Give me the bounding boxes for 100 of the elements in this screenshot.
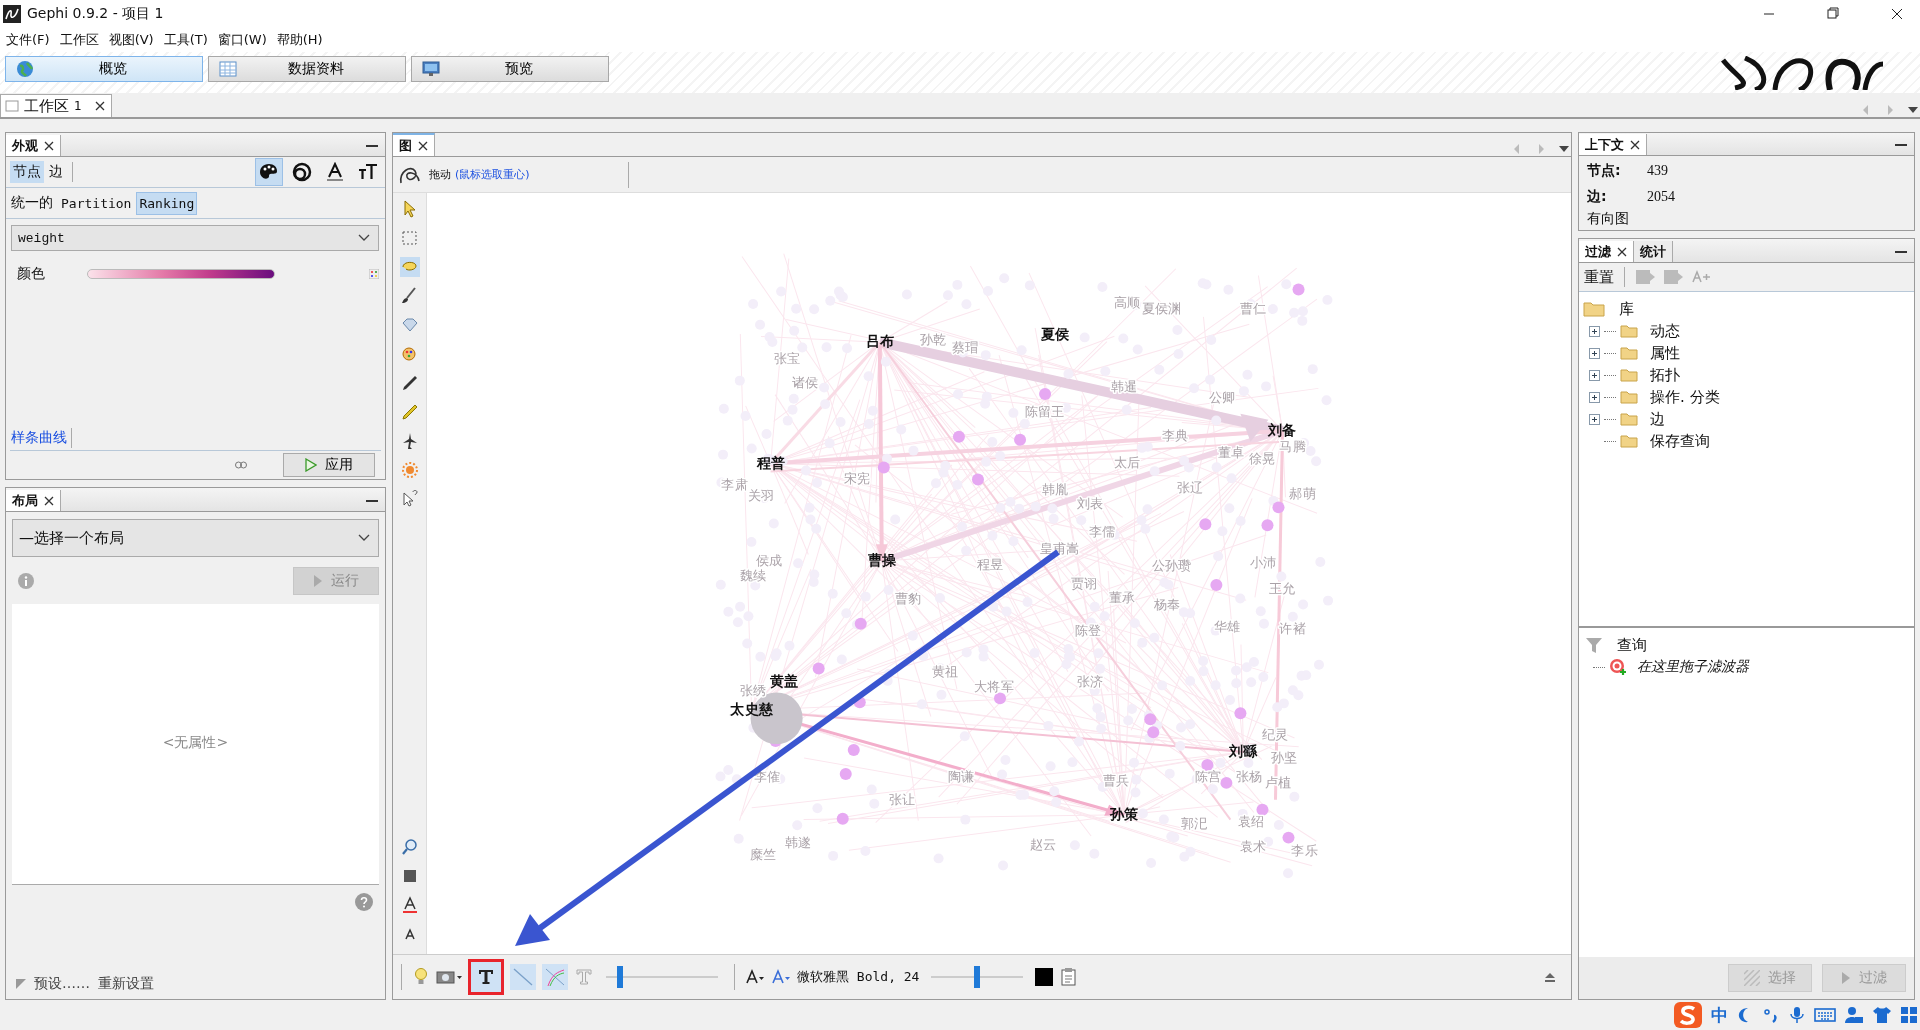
edge-color-icon[interactable] <box>542 964 568 990</box>
presets-link[interactable]: 预设…… <box>34 975 90 993</box>
slider-thumb[interactable] <box>974 966 981 988</box>
spline-link[interactable]: 样条曲线 <box>11 429 67 447</box>
help-icon[interactable] <box>355 893 373 911</box>
apply-button[interactable]: 应用 <box>283 453 375 477</box>
expand-icon[interactable] <box>1589 347 1600 359</box>
node-label: 许褚 <box>1279 621 1306 637</box>
menu-item[interactable]: 帮助(H) <box>272 31 329 49</box>
attribute-dropdown[interactable]: weight <box>11 225 379 251</box>
eject-icon[interactable] <box>1543 971 1557 983</box>
tree-item[interactable]: 保存查询 <box>1650 431 1710 451</box>
panel-tab[interactable]: 外观 <box>6 135 61 156</box>
color-swatch[interactable] <box>1035 968 1054 986</box>
node-label: 孙乾 <box>919 331 946 347</box>
node-label: 刘表 <box>1077 495 1104 511</box>
node-label: 刘备 <box>1268 421 1297 438</box>
node-label: 诸侯 <box>791 375 818 391</box>
panel-tab[interactable]: 上下文 <box>1579 134 1647 155</box>
shirt-icon[interactable] <box>1872 1006 1892 1024</box>
menu-item[interactable]: 工具(T) <box>159 31 214 49</box>
tree-item[interactable]: 属性 <box>1650 343 1680 363</box>
color-gradient-bar[interactable] <box>87 269 275 279</box>
perspective-tab[interactable]: 概览 <box>5 56 203 82</box>
workspace-tab[interactable]: 工作区 1 <box>0 94 112 117</box>
node-label: 袁绍 <box>1238 814 1265 830</box>
keyboard-icon[interactable] <box>1814 1006 1836 1024</box>
stat-label: 边: <box>1587 188 1608 206</box>
close-icon[interactable] <box>1630 139 1640 150</box>
layout-dropdown[interactable]: —选择一个布局 <box>12 519 379 557</box>
node-label: 杨奉 <box>1154 597 1181 613</box>
node-label: 孙坚 <box>1271 749 1298 765</box>
slider-thumb[interactable] <box>616 966 623 988</box>
reset-button[interactable]: 重置 <box>1584 267 1614 287</box>
expand-icon[interactable] <box>1589 325 1600 337</box>
panel-tab[interactable]: 过滤 <box>1579 241 1634 262</box>
microphone-icon[interactable] <box>1788 1006 1806 1024</box>
close-icon[interactable] <box>44 495 54 506</box>
tree-item[interactable]: 库 <box>1619 299 1634 319</box>
close-icon[interactable] <box>1617 246 1627 257</box>
grid-icon[interactable] <box>1900 1006 1918 1024</box>
mode-tab[interactable]: Ranking <box>137 192 197 214</box>
user-icon[interactable] <box>1844 1006 1864 1024</box>
tree-item[interactable]: 动态 <box>1650 321 1680 341</box>
font-size-down-icon[interactable] <box>745 968 765 986</box>
ime-logo-icon[interactable] <box>1673 1001 1703 1029</box>
panel-tab[interactable]: 图 <box>393 133 435 156</box>
zoom-icon[interactable] <box>399 837 420 857</box>
tree-item[interactable]: 拓扑 <box>1650 365 1680 385</box>
panel-tab[interactable]: 统计 <box>1634 241 1673 262</box>
element-tab[interactable]: 节点 <box>10 161 44 183</box>
node-label: 黄祖 <box>931 664 958 679</box>
node-label: 韩胤 <box>1042 481 1069 497</box>
window-title: Gephi 0.9.2 - 项目 1 <box>27 5 164 23</box>
perspective-tab[interactable]: 预览 <box>411 56 609 82</box>
tree-item[interactable]: 查询 <box>1617 635 1647 655</box>
close-icon[interactable] <box>44 140 54 151</box>
node-label: 李典 <box>1162 428 1189 444</box>
menu-item[interactable]: 视图(V) <box>104 31 160 49</box>
app-logo-icon <box>3 5 21 23</box>
chain-link-icon[interactable] <box>235 461 247 469</box>
node-label: 宋宪 <box>843 471 870 486</box>
text-label-button[interactable] <box>468 959 504 995</box>
reset-link[interactable]: 重新设置 <box>98 975 154 993</box>
palette-icon[interactable] <box>256 159 282 185</box>
menu-item[interactable]: 文件(F) <box>2 31 56 49</box>
palette-grid-icon[interactable] <box>369 269 379 279</box>
node-label: 纪灵 <box>1262 726 1289 742</box>
node-label: 张杨 <box>1236 769 1263 785</box>
font-name[interactable]: 微软雅黑 Bold, 24 <box>797 968 920 986</box>
expand-icon[interactable] <box>1589 369 1600 381</box>
node-label: 蔡瑁 <box>951 339 978 355</box>
close-icon[interactable] <box>418 140 428 151</box>
camera-icon[interactable] <box>436 969 462 985</box>
menu-item[interactable]: 工作区 <box>55 31 105 49</box>
node-label: 张绣 <box>739 682 766 698</box>
text-t-icon <box>476 967 496 987</box>
marker-icon[interactable] <box>399 402 420 422</box>
expand-icon[interactable] <box>1589 391 1600 403</box>
punctuation-icon[interactable] <box>1762 1006 1780 1024</box>
close-icon[interactable] <box>94 101 105 111</box>
ime-mode-label[interactable]: 中 <box>1711 1003 1728 1027</box>
panel-tab[interactable]: 布局 <box>6 490 61 511</box>
node-label: 陶谦 <box>947 769 974 785</box>
lasso-icon[interactable] <box>399 257 420 277</box>
element-tab[interactable]: 边 <box>46 161 66 183</box>
mode-tab[interactable]: 统一的 <box>9 191 55 215</box>
node-label: 韩暹 <box>1111 379 1138 395</box>
node-label: 程普 <box>756 454 785 471</box>
expand-icon[interactable] <box>1589 413 1600 425</box>
menu-item[interactable]: 窗口(W) <box>213 31 273 49</box>
lightbulb-icon[interactable] <box>412 967 430 987</box>
font-color-icon[interactable] <box>771 968 791 986</box>
tree-item[interactable]: 操作. 分类 <box>1650 387 1720 407</box>
node-label: 曹操 <box>867 552 896 569</box>
tree-item[interactable]: 边 <box>1650 409 1665 429</box>
perspective-tab[interactable]: 数据资料 <box>208 56 406 82</box>
node-label: 曹豹 <box>894 591 921 607</box>
node-label: 黄盖 <box>769 673 798 690</box>
mode-tab[interactable]: Partition <box>59 192 134 214</box>
